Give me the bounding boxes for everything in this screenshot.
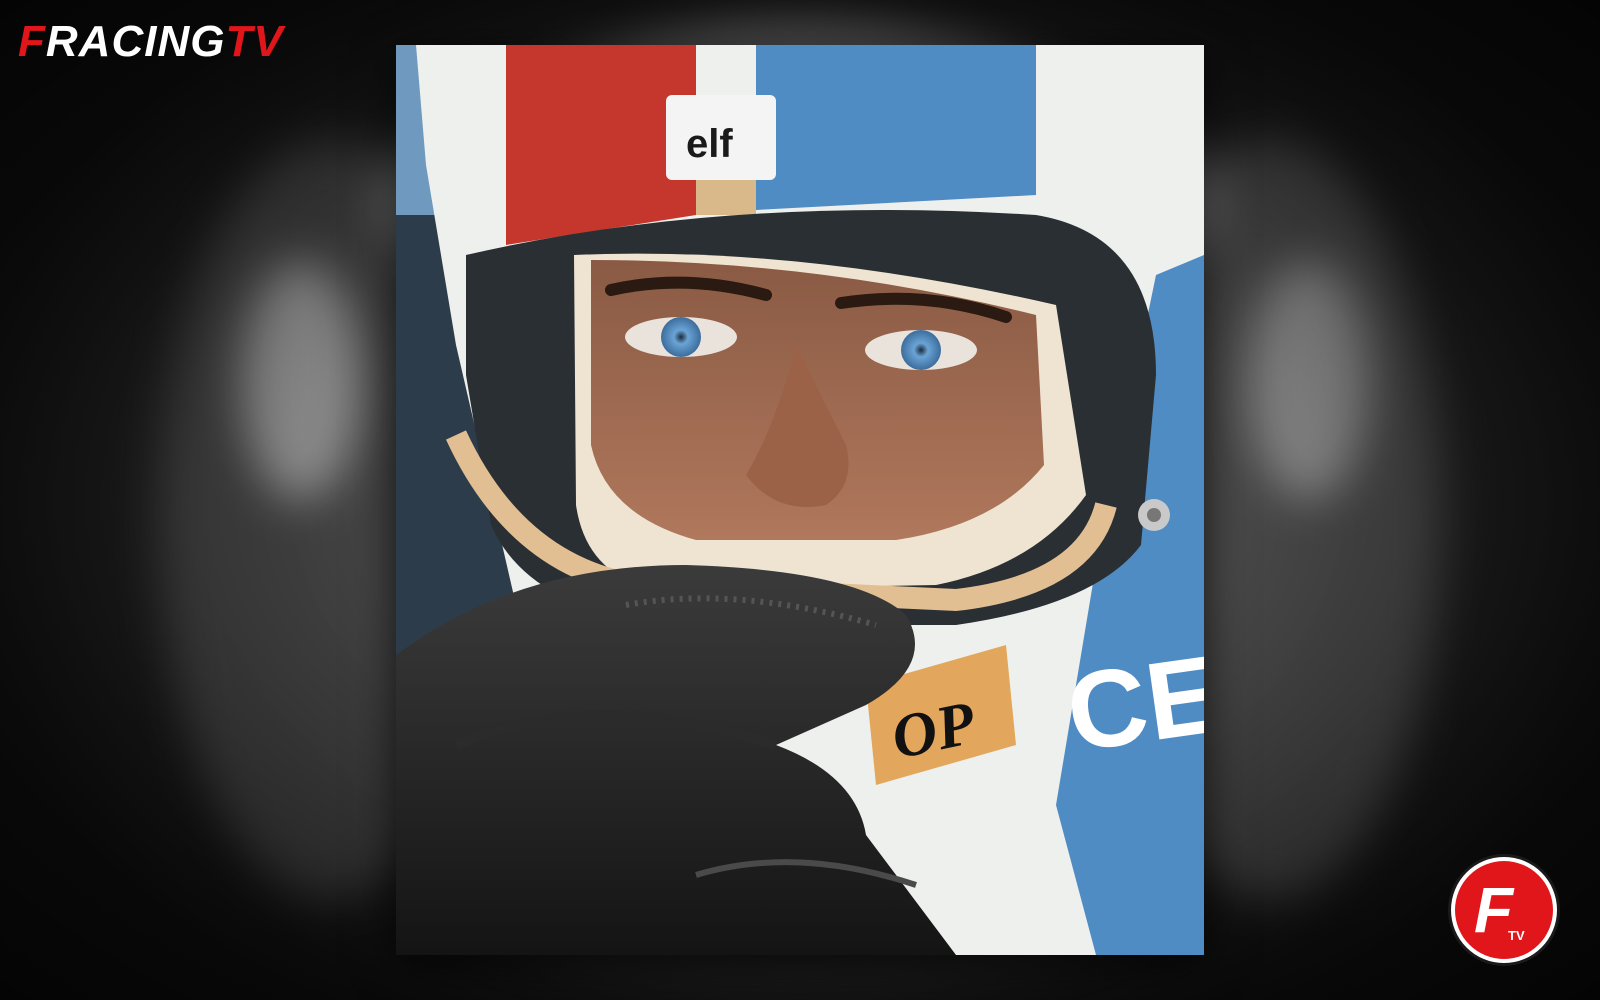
svg-text:FRACINGTV: FRACINGTV xyxy=(18,17,286,66)
screen: FRACINGTV elf OP CE F TV xyxy=(0,0,1600,1000)
helmet-sponsor-elf: elf xyxy=(686,122,733,166)
driver-photo: elf OP CE xyxy=(396,45,1204,955)
badge-subtext: TV xyxy=(1508,928,1525,943)
helmet-sponsor-ce: CE xyxy=(1060,632,1204,775)
ftv-badge-icon[interactable]: F TV xyxy=(1446,852,1562,968)
f-racing-tv-logo[interactable]: FRACINGTV xyxy=(14,12,344,66)
helmeted-driver-portrait: elf OP CE xyxy=(396,45,1204,955)
